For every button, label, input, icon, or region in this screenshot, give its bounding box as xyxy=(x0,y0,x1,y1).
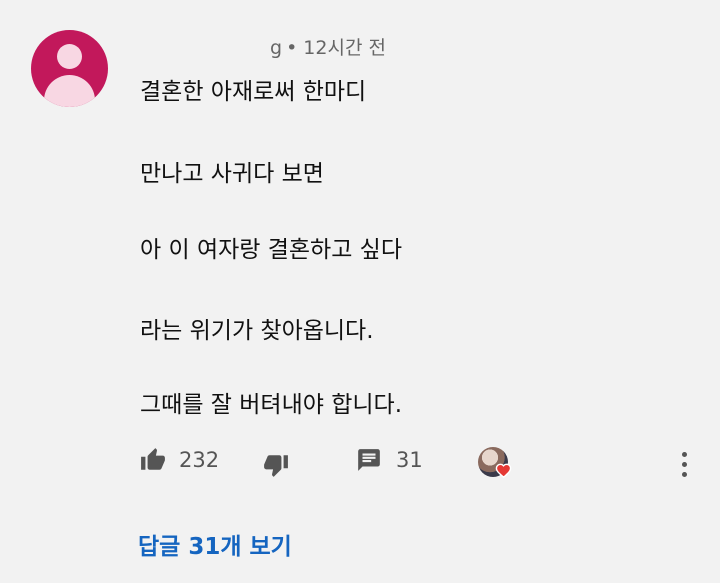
view-replies-link[interactable]: 답글 31개 보기 xyxy=(138,527,292,561)
thumbs-up-icon xyxy=(139,447,167,473)
more-vert-icon[interactable] xyxy=(682,452,687,477)
reply-button[interactable]: 31 xyxy=(356,447,423,473)
avatar-head xyxy=(57,44,82,69)
username[interactable]: g xyxy=(270,37,282,59)
like-count: 232 xyxy=(179,448,220,472)
avatar-body xyxy=(44,75,95,107)
reply-icon xyxy=(356,447,382,473)
meta-separator: • xyxy=(286,37,298,59)
comment-line-5: 그때를 잘 버텨내야 합니다. xyxy=(140,392,403,418)
avatar[interactable] xyxy=(31,30,108,107)
comment-line-4: 라는 위기가 찾아옵니다. xyxy=(140,318,374,344)
creator-heart-icon xyxy=(495,462,512,482)
creator-heart xyxy=(478,447,512,481)
timestamp: 12시간 전 xyxy=(303,37,386,59)
like-button[interactable]: 232 xyxy=(139,447,219,473)
thumbs-down-icon xyxy=(262,452,290,478)
dislike-button[interactable] xyxy=(262,452,290,478)
comment-line-1: 결혼한 아재로써 한마디 xyxy=(140,79,367,105)
comment-meta: g • 12시간 전 xyxy=(270,33,386,60)
reply-count: 31 xyxy=(396,448,423,472)
comment-line-2: 만나고 사귀다 보면 xyxy=(140,161,324,187)
comment-line-3: 아 이 여자랑 결혼하고 싶다 xyxy=(140,237,403,263)
